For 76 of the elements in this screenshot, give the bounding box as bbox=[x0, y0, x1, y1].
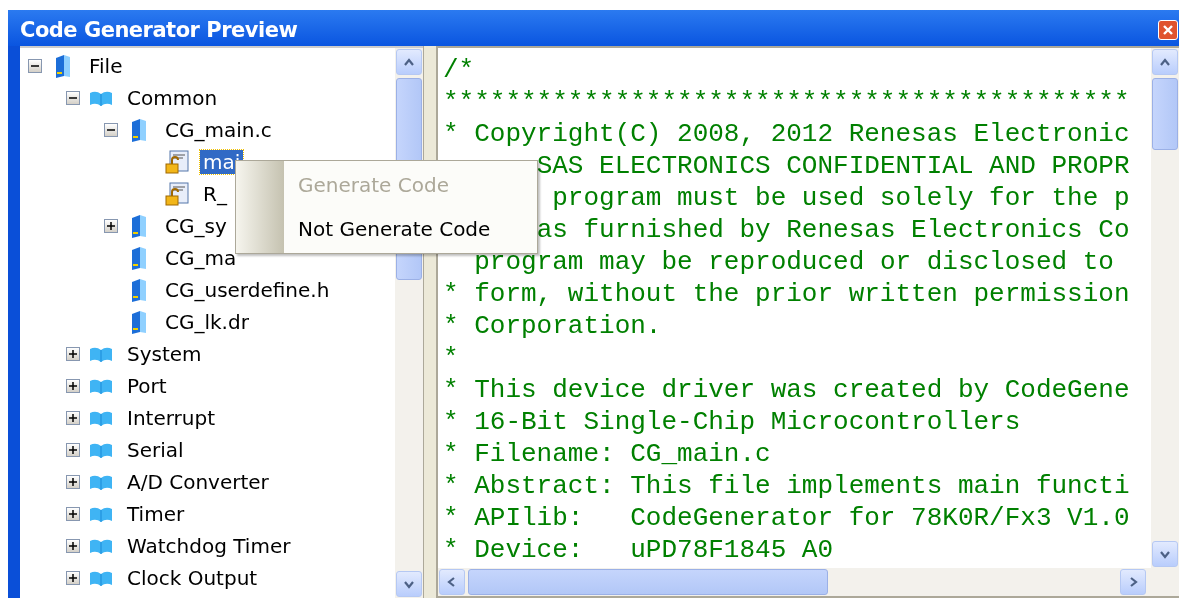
tree-item[interactable]: File bbox=[86, 54, 126, 78]
close-icon bbox=[1162, 24, 1174, 36]
code-line: * Copyright(C) 2008, 2012 Renesas Electronic bbox=[443, 119, 1130, 149]
scroll-right-button[interactable] bbox=[1120, 569, 1146, 595]
collapse-toggle[interactable] bbox=[66, 91, 80, 105]
expand-toggle[interactable] bbox=[66, 539, 80, 553]
menu-item[interactable]: Not Generate Code bbox=[284, 216, 537, 242]
tree-item[interactable]: CG_main.c bbox=[162, 118, 275, 142]
expand-toggle[interactable] bbox=[66, 475, 80, 489]
plus-icon bbox=[69, 414, 77, 422]
code-line: * form, without the prior written permission bbox=[443, 279, 1130, 309]
code-line: program may be reproduced or disclosed to bbox=[474, 247, 1114, 277]
code-line: * Abstract: This file implements main functi bbox=[443, 471, 1130, 501]
code-line: /* bbox=[443, 55, 475, 85]
tree-item[interactable]: Serial bbox=[124, 438, 187, 462]
caret-up-icon bbox=[1160, 58, 1170, 66]
expand-toggle[interactable] bbox=[66, 347, 80, 361]
collapse-toggle[interactable] bbox=[104, 123, 118, 137]
scroll-down-button[interactable] bbox=[396, 571, 422, 597]
expand-toggle[interactable] bbox=[66, 571, 80, 585]
function-lock-icon bbox=[164, 149, 190, 175]
expand-toggle[interactable] bbox=[66, 379, 80, 393]
minus-icon bbox=[69, 94, 77, 102]
tree-item[interactable]: CG_ma bbox=[162, 246, 240, 270]
code-line: * Filename: CG_main.c bbox=[443, 439, 771, 469]
tree-item[interactable]: Watchdog Timer bbox=[124, 534, 294, 558]
tree-item[interactable]: Common bbox=[124, 86, 221, 110]
tree-item[interactable]: CG_lk.dr bbox=[162, 310, 252, 334]
plus-icon bbox=[69, 542, 77, 550]
scroll-up-button[interactable] bbox=[396, 49, 422, 75]
minus-icon bbox=[31, 62, 39, 70]
plus-icon bbox=[69, 510, 77, 518]
scroll-down-button[interactable] bbox=[1152, 541, 1178, 567]
tree-item[interactable]: Interrupt bbox=[124, 406, 219, 430]
plus-icon bbox=[69, 350, 77, 358]
expand-toggle[interactable] bbox=[104, 219, 118, 233]
tree-item[interactable]: CG_sy bbox=[162, 214, 230, 238]
code-line: program must be used solely for the p bbox=[552, 183, 1130, 213]
scrollbar-thumb[interactable] bbox=[1152, 78, 1178, 150]
plus-icon bbox=[69, 446, 77, 454]
expand-toggle[interactable] bbox=[66, 507, 80, 521]
code-line: * 16-Bit Single-Chip Microcontrollers bbox=[443, 407, 1021, 437]
caret-down-icon bbox=[1160, 551, 1170, 559]
tree-item[interactable]: A/D Converter bbox=[124, 470, 272, 494]
code-line: * bbox=[443, 343, 459, 373]
plus-icon bbox=[107, 222, 115, 230]
caret-left-icon bbox=[447, 577, 455, 587]
tree-item[interactable]: Timer bbox=[124, 502, 188, 526]
caret-up-icon bbox=[404, 58, 414, 66]
code-line: * Corporation. bbox=[443, 311, 662, 341]
code-line: as furnished by Renesas Electronics Co bbox=[536, 215, 1130, 245]
tree-item[interactable]: Port bbox=[124, 374, 170, 398]
function-lock-icon bbox=[164, 181, 190, 207]
code-line: ******************************************** bbox=[443, 87, 1130, 117]
scroll-up-button[interactable] bbox=[1152, 49, 1178, 75]
plus-icon bbox=[69, 382, 77, 390]
code-line: SAS ELECTRONICS CONFIDENTIAL AND PROPR bbox=[536, 151, 1130, 181]
plus-icon bbox=[69, 574, 77, 582]
scroll-left-button[interactable] bbox=[439, 569, 465, 595]
tree-item[interactable]: System bbox=[124, 342, 205, 366]
tree-item[interactable]: R_ bbox=[200, 182, 230, 206]
plus-icon bbox=[69, 478, 77, 486]
code-line: * This device driver was created by CodeGene bbox=[443, 375, 1130, 405]
code-line: * APIlib: CodeGenerator for 78K0R/Fx3 V1.0 bbox=[443, 503, 1130, 533]
expand-toggle[interactable] bbox=[66, 443, 80, 457]
code-line: * Device: uPD78F1845 A0 bbox=[443, 535, 834, 565]
close-button[interactable] bbox=[1158, 20, 1178, 40]
caret-down-icon bbox=[404, 581, 414, 589]
tree-item[interactable]: CG_userdefine.h bbox=[162, 278, 333, 302]
tree-item[interactable]: Clock Output bbox=[124, 566, 261, 590]
caret-right-icon bbox=[1130, 577, 1138, 587]
scrollbar-thumb[interactable] bbox=[468, 569, 828, 595]
minus-icon bbox=[107, 126, 115, 134]
collapse-toggle[interactable] bbox=[28, 59, 42, 73]
window-title: Code Generator Preview bbox=[20, 18, 298, 42]
expand-toggle[interactable] bbox=[66, 411, 80, 425]
